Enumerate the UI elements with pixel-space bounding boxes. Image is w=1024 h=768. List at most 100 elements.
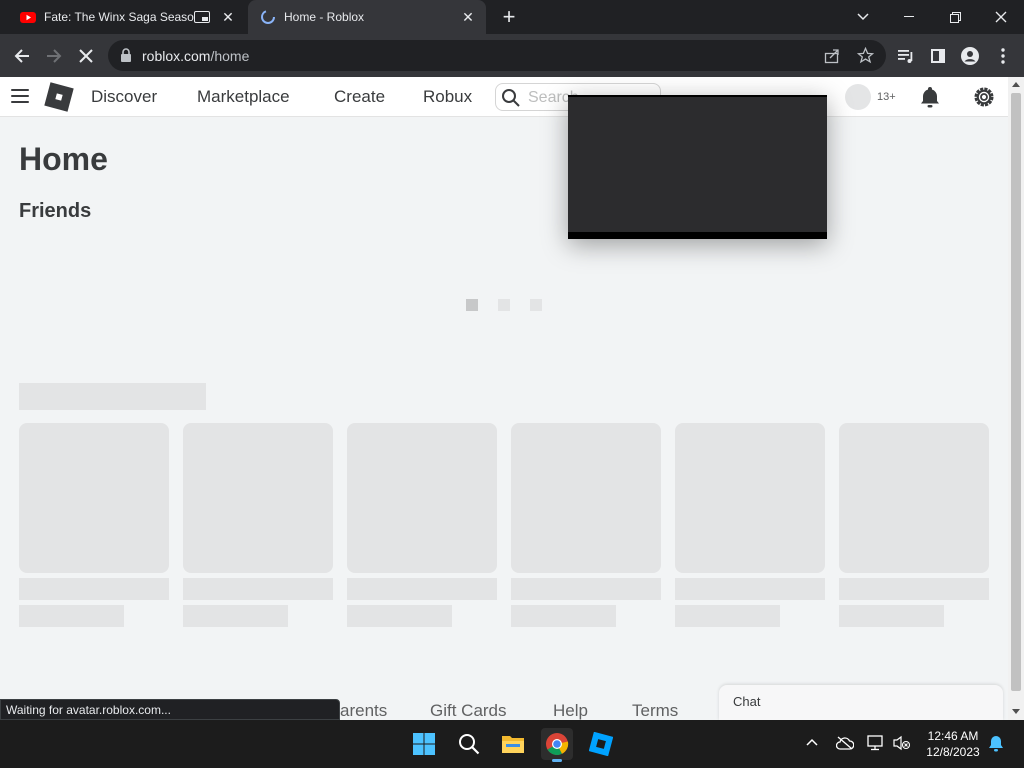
scrollbar-thumb[interactable]	[1011, 93, 1021, 691]
back-button[interactable]	[8, 42, 36, 70]
video-frame-placeholder	[568, 97, 827, 232]
lock-icon[interactable]	[120, 48, 132, 62]
game-card-thumbnail-skeleton	[347, 423, 497, 573]
game-title-skeleton	[183, 578, 333, 600]
minimize-button[interactable]	[886, 0, 932, 34]
chat-label: Chat	[733, 694, 761, 709]
game-card-thumbnail-skeleton	[839, 423, 989, 573]
onedrive-cloud-icon[interactable]	[836, 736, 854, 750]
nav-robux[interactable]: Robux	[423, 87, 472, 107]
game-title-skeleton	[19, 578, 169, 600]
volume-muted-icon[interactable]	[893, 735, 911, 751]
media-queue-icon	[898, 50, 913, 63]
tab-strip: Fate: The Winx Saga Season ✕ Home - Robl…	[0, 0, 1024, 34]
nav-marketplace[interactable]: Marketplace	[197, 87, 290, 107]
profile-button[interactable]	[956, 42, 984, 70]
kebab-menu-icon	[1001, 48, 1005, 64]
footer-link-gift-cards[interactable]: Gift Cards	[430, 701, 507, 720]
clock-date: 12/8/2023	[926, 745, 980, 759]
page-title: Home	[19, 141, 108, 177]
url-path: /home	[210, 48, 250, 64]
url-text: roblox.com/home	[142, 48, 249, 64]
restore-icon	[949, 11, 961, 23]
loading-dot	[498, 299, 510, 311]
status-bubble: Waiting for avatar.roblox.com...	[0, 699, 340, 720]
age-badge: 13+	[877, 91, 896, 103]
stop-loading-button[interactable]	[72, 42, 100, 70]
bookmark-star-icon[interactable]	[857, 47, 874, 64]
chrome-taskbar-button[interactable]	[541, 728, 573, 762]
media-controls-button[interactable]	[892, 42, 920, 70]
game-title-skeleton	[839, 578, 989, 600]
back-arrow-icon	[14, 49, 29, 63]
file-explorer-button[interactable]	[497, 728, 529, 760]
game-stats-skeleton	[183, 605, 288, 627]
roblox-studio-button[interactable]	[585, 728, 617, 760]
close-tab-icon[interactable]: ✕	[460, 9, 476, 25]
hamburger-menu-icon[interactable]	[11, 89, 29, 103]
roblox-logo-icon[interactable]	[44, 82, 74, 112]
picture-in-picture-icon	[194, 11, 210, 23]
taskbar-search-button[interactable]	[453, 728, 485, 760]
browser-menu-button[interactable]	[989, 42, 1017, 70]
tab-roblox-home[interactable]: Home - Roblox ✕	[248, 0, 486, 34]
roblox-header: Discover Marketplace Create Robux Search…	[0, 77, 1008, 117]
system-clock[interactable]: 12:46 AM 12/8/2023	[920, 728, 986, 760]
avatar[interactable]	[845, 84, 871, 110]
tab-youtube[interactable]: Fate: The Winx Saga Season ✕	[8, 0, 246, 34]
loading-dot	[466, 299, 478, 311]
game-card-thumbnail-skeleton	[183, 423, 333, 573]
footer-link-terms[interactable]: Terms	[632, 701, 678, 720]
side-panel-icon	[931, 49, 945, 63]
notification-bell-icon[interactable]	[918, 85, 942, 109]
tab-title: Fate: The Winx Saga Season	[44, 10, 194, 24]
scroll-up-arrow-icon[interactable]	[1012, 82, 1020, 87]
game-card-thumbnail-skeleton	[19, 423, 169, 573]
section-title-skeleton	[19, 383, 206, 410]
friends-heading: Friends	[19, 200, 92, 222]
game-card-thumbnail-skeleton	[511, 423, 661, 573]
footer-link-help[interactable]: Help	[553, 701, 588, 720]
address-bar[interactable]: roblox.com/home	[108, 40, 886, 71]
share-icon[interactable]	[824, 48, 840, 64]
clock-time: 12:46 AM	[927, 729, 979, 743]
page-scrollbar[interactable]	[1008, 77, 1024, 720]
scroll-down-arrow-icon[interactable]	[1012, 709, 1020, 714]
start-button[interactable]	[408, 728, 440, 760]
active-app-indicator	[552, 759, 562, 762]
game-card-thumbnail-skeleton	[675, 423, 825, 573]
nav-discover[interactable]: Discover	[91, 87, 157, 107]
game-title-skeleton	[675, 578, 825, 600]
chrome-icon	[546, 733, 569, 755]
restore-button[interactable]	[932, 0, 978, 34]
search-icon	[459, 734, 480, 755]
loading-dot	[530, 299, 542, 311]
game-stats-skeleton	[19, 605, 124, 627]
close-tab-icon[interactable]: ✕	[220, 9, 236, 25]
chevron-down-icon	[857, 13, 869, 21]
game-title-skeleton	[511, 578, 661, 600]
forward-button[interactable]	[40, 42, 68, 70]
side-panel-button[interactable]	[924, 42, 952, 70]
windows-start-icon	[413, 733, 435, 755]
nav-create[interactable]: Create	[334, 87, 385, 107]
minimize-icon	[904, 16, 914, 17]
footer-link-parents[interactable]: arents	[340, 701, 387, 720]
chat-panel[interactable]: Chat	[719, 685, 1003, 720]
game-stats-skeleton	[347, 605, 452, 627]
close-window-button[interactable]	[978, 0, 1024, 34]
game-stats-skeleton	[839, 605, 944, 627]
tab-search-button[interactable]	[840, 0, 886, 34]
browser-toolbar: roblox.com/home	[0, 34, 1024, 77]
new-tab-button[interactable]: +	[499, 6, 519, 28]
game-stats-skeleton	[511, 605, 616, 627]
notification-bell-icon[interactable]	[988, 735, 1004, 752]
close-icon	[995, 11, 1007, 23]
profile-icon	[961, 47, 979, 65]
settings-gear-icon[interactable]	[971, 84, 997, 110]
url-host: roblox.com	[142, 48, 211, 64]
picture-in-picture-window[interactable]	[568, 95, 827, 239]
network-icon[interactable]	[867, 735, 885, 751]
chevron-up-icon[interactable]	[806, 738, 818, 746]
windows-taskbar: 12:46 AM 12/8/2023	[0, 720, 1024, 768]
